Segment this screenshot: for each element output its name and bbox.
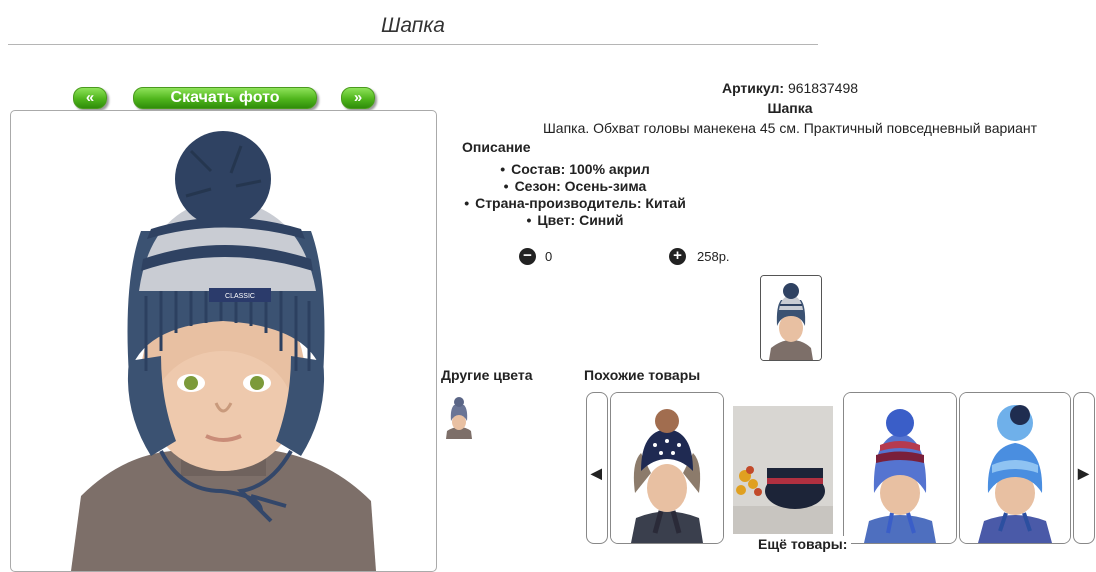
plus-icon[interactable]: +	[669, 248, 686, 265]
similar-products-title: Похожие товары	[584, 367, 701, 383]
carousel-prev-button[interactable]: ◀	[586, 392, 608, 544]
price-value: 258р.	[697, 249, 730, 264]
title-divider	[8, 44, 818, 45]
chevron-left-icon: ◀	[591, 465, 602, 481]
product-summary: Шапка. Обхват головы манекена 45 см. Пра…	[542, 120, 1038, 136]
carousel-next-button[interactable]: ▶	[1073, 392, 1095, 544]
similar-product-card[interactable]	[959, 392, 1071, 544]
product-name: Шапка	[767, 100, 813, 116]
article-line: Артикул: 961837498	[460, 80, 1096, 96]
download-photo-button[interactable]: Скачать фото	[133, 87, 317, 109]
quantity-value: 0	[545, 249, 553, 264]
property-item: Состав: 100% акрил	[455, 161, 695, 178]
next-photo-button[interactable]: »	[341, 87, 375, 109]
photo-thumbnail[interactable]	[760, 275, 822, 361]
property-item: Сезон: Осень-зима	[455, 178, 695, 195]
main-product-image[interactable]: CLASSIC	[10, 110, 437, 572]
prev-photo-button[interactable]: «	[73, 87, 107, 109]
similar-product-card[interactable]	[610, 392, 724, 544]
description-title: Описание	[462, 139, 531, 155]
similar-product-card[interactable]	[733, 406, 833, 534]
property-item: Страна-производитель: Китай	[455, 195, 695, 212]
chevron-right-icon: ▶	[1078, 465, 1089, 481]
page-title: Шапка	[381, 14, 445, 37]
other-colors-title: Другие цвета	[441, 367, 533, 383]
more-products-label: Ещё товары:	[754, 536, 852, 552]
other-color-swatch[interactable]	[443, 395, 475, 439]
property-list: Состав: 100% акрил Сезон: Осень-зима Стр…	[455, 161, 695, 229]
svg-text:CLASSIC: CLASSIC	[225, 293, 255, 300]
article-label: Артикул:	[721, 80, 785, 96]
similar-product-card[interactable]	[843, 392, 957, 544]
minus-icon[interactable]: −	[519, 248, 536, 265]
article-value: 961837498	[787, 80, 859, 96]
property-item: Цвет: Синий	[455, 212, 695, 229]
